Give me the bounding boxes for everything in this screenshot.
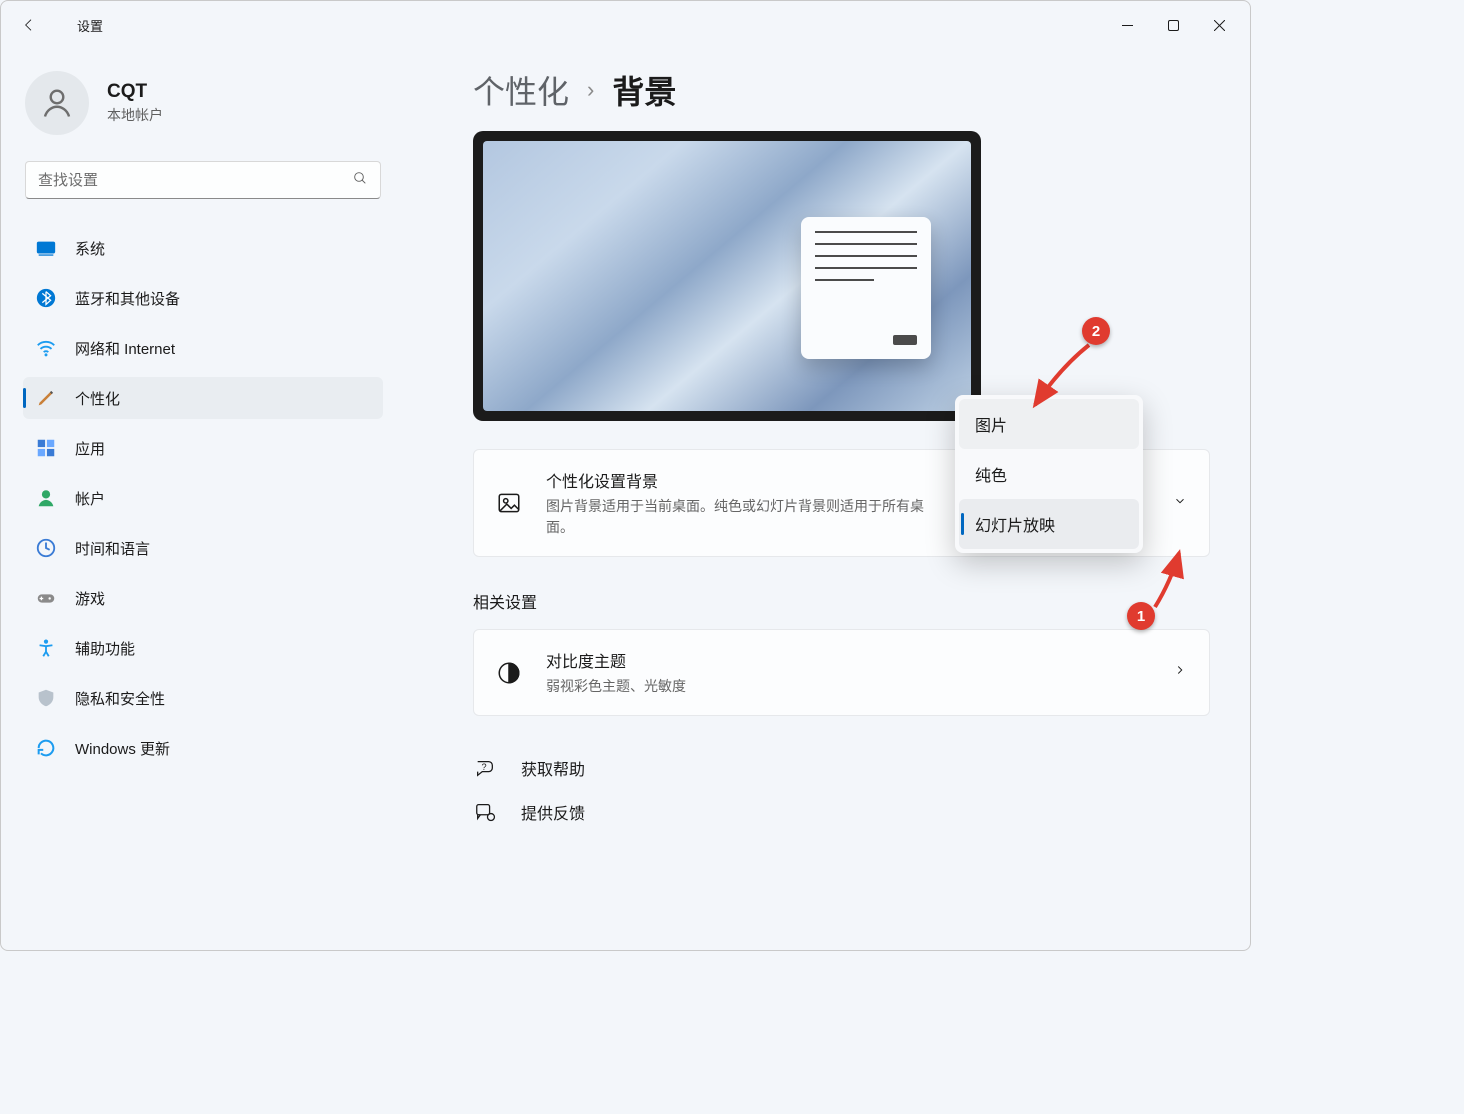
nav-label: 帐户 [75, 488, 105, 509]
accessibility-icon [35, 637, 57, 659]
dropdown-option-picture[interactable]: 图片 [959, 399, 1139, 449]
window-controls [1104, 9, 1242, 41]
svg-text:?: ? [482, 762, 487, 772]
minimize-button[interactable] [1104, 9, 1150, 41]
card-title: 对比度主题 [546, 648, 686, 672]
close-button[interactable] [1196, 9, 1242, 41]
background-type-dropdown[interactable]: 图片 纯色 幻灯片放映 [955, 395, 1143, 553]
maximize-button[interactable] [1150, 9, 1196, 41]
nav-gaming[interactable]: 游戏 [23, 577, 383, 619]
apps-icon [35, 437, 57, 459]
option-label: 纯色 [975, 462, 1007, 486]
paintbrush-icon [35, 387, 57, 409]
give-feedback-link[interactable]: 提供反馈 [473, 790, 1210, 834]
gamepad-icon [35, 587, 57, 609]
search-box[interactable] [25, 161, 381, 199]
link-label: 获取帮助 [521, 756, 585, 780]
system-icon [35, 237, 57, 259]
nav-label: 辅助功能 [75, 638, 135, 659]
chevron-right-icon[interactable] [1173, 663, 1187, 682]
clock-globe-icon [35, 537, 57, 559]
card-title: 个性化设置背景 [546, 468, 926, 492]
nav-label: 隐私和安全性 [75, 688, 165, 709]
nav-label: 网络和 Internet [75, 338, 175, 359]
dropdown-option-solid[interactable]: 纯色 [959, 449, 1139, 499]
nav-apps[interactable]: 应用 [23, 427, 383, 469]
feedback-icon [473, 800, 497, 824]
profile-name: CQT [107, 81, 163, 103]
nav-label: 蓝牙和其他设备 [75, 288, 180, 309]
nav-accounts[interactable]: 帐户 [23, 477, 383, 519]
nav-personalize[interactable]: 个性化 [23, 377, 383, 419]
contrast-theme-card[interactable]: 对比度主题 弱视彩色主题、光敏度 [473, 629, 1210, 716]
back-button[interactable] [9, 5, 49, 45]
get-help-link[interactable]: ? 获取帮助 [473, 746, 1210, 790]
nav-network[interactable]: 网络和 Internet [23, 327, 383, 369]
preview-widget [801, 217, 931, 359]
page-title: 背景 [612, 67, 676, 113]
person-icon [35, 487, 57, 509]
breadcrumb: 个性化 › 背景 [473, 67, 1210, 113]
update-icon [35, 737, 57, 759]
contrast-icon [496, 660, 522, 686]
nav-label: 系统 [75, 238, 105, 259]
nav-label: 时间和语言 [75, 538, 150, 559]
bluetooth-icon [35, 287, 57, 309]
dropdown-option-slideshow[interactable]: 幻灯片放映 [959, 499, 1139, 549]
profile-block[interactable]: CQT 本地帐户 [1, 71, 401, 135]
sidebar: CQT 本地帐户 系统 蓝牙和其他设备 网络和 Internet [1, 49, 401, 950]
avatar [25, 71, 89, 135]
breadcrumb-parent[interactable]: 个性化 [473, 67, 569, 113]
shield-icon [35, 687, 57, 709]
chevron-down-icon[interactable] [1173, 494, 1187, 513]
nav-bluetooth[interactable]: 蓝牙和其他设备 [23, 277, 383, 319]
option-label: 图片 [975, 412, 1007, 436]
nav-label: 游戏 [75, 588, 105, 609]
profile-type: 本地帐户 [107, 105, 163, 125]
nav-label: 应用 [75, 438, 105, 459]
nav-label: Windows 更新 [75, 738, 170, 759]
title-bar: 设置 [1, 1, 1250, 49]
nav-privacy[interactable]: 隐私和安全性 [23, 677, 383, 719]
nav-accessibility[interactable]: 辅助功能 [23, 627, 383, 669]
nav-label: 个性化 [75, 388, 120, 409]
annotation-badge-2: 2 [1082, 317, 1110, 345]
image-icon [496, 490, 522, 516]
card-desc: 弱视彩色主题、光敏度 [546, 676, 686, 697]
search-icon [352, 170, 368, 191]
nav-system[interactable]: 系统 [23, 227, 383, 269]
option-label: 幻灯片放映 [975, 512, 1055, 536]
wifi-icon [35, 337, 57, 359]
nav-update[interactable]: Windows 更新 [23, 727, 383, 769]
chevron-right-icon: › [587, 77, 594, 103]
search-input[interactable] [38, 172, 352, 189]
app-title: 设置 [77, 16, 103, 35]
nav-list: 系统 蓝牙和其他设备 网络和 Internet 个性化 应用 帐户 [1, 227, 401, 950]
help-icon: ? [473, 756, 497, 780]
annotation-badge-1: 1 [1127, 602, 1155, 630]
card-desc: 图片背景适用于当前桌面。纯色或幻灯片背景则适用于所有桌面。 [546, 496, 926, 538]
related-settings-heading: 相关设置 [473, 589, 1210, 613]
nav-time[interactable]: 时间和语言 [23, 527, 383, 569]
link-label: 提供反馈 [521, 800, 585, 824]
desktop-preview [473, 131, 981, 421]
